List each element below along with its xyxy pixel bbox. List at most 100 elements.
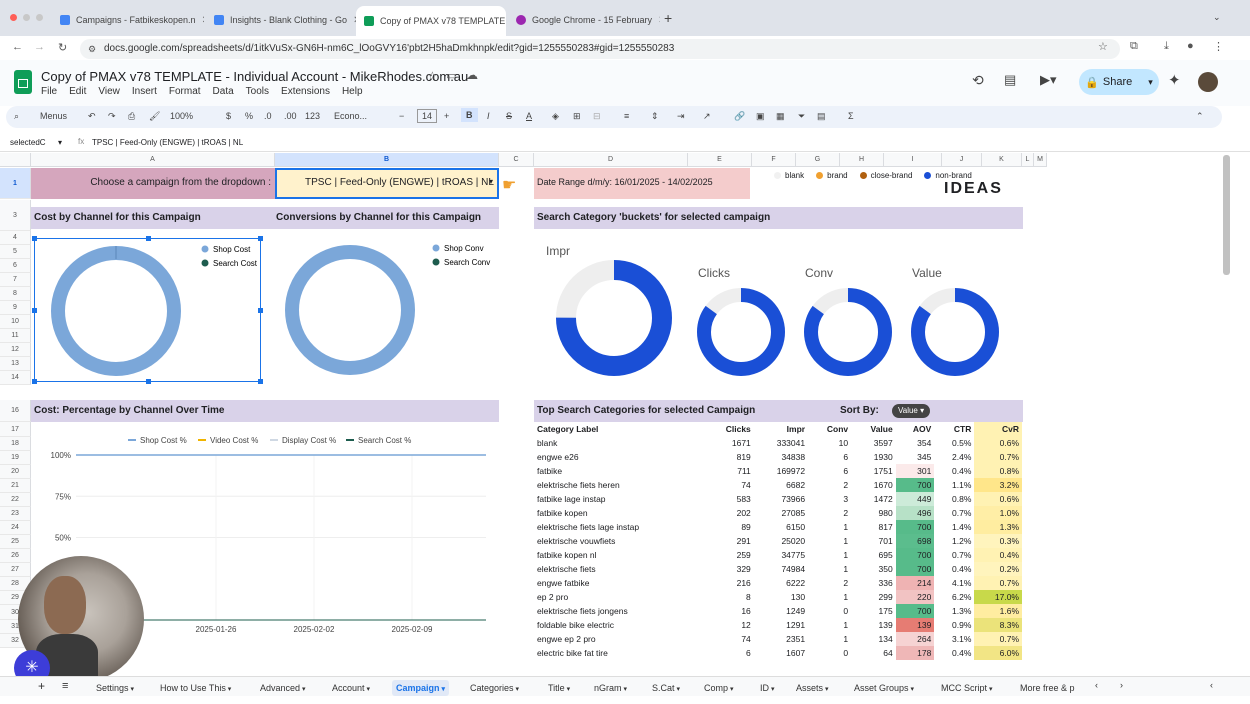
column-header-i[interactable]: I xyxy=(884,153,942,167)
row-header[interactable]: 10 xyxy=(0,315,31,329)
sheet-tab[interactable]: ID ▾ xyxy=(756,680,778,696)
sheet-tab[interactable]: nGram ▾ xyxy=(590,680,631,696)
chevron-down-icon[interactable]: ▾ xyxy=(823,686,829,693)
decrease-decimal-button[interactable]: .0 xyxy=(264,111,272,121)
add-sheet-icon[interactable]: + xyxy=(38,679,45,693)
column-header-g[interactable]: G xyxy=(796,153,840,167)
text-wrap-icon[interactable]: ⇥ xyxy=(677,111,685,122)
menu-tools[interactable]: Tools xyxy=(246,86,269,97)
back-icon[interactable]: ← xyxy=(12,41,23,53)
campaign-dropdown[interactable]: TPSC | Feed-Only (ENGWE) | tROAS | NL ▾ xyxy=(275,168,499,199)
print-icon[interactable]: ⎙ xyxy=(128,111,135,122)
chevron-down-icon[interactable]: ▾ xyxy=(365,686,370,693)
column-header-l[interactable]: L xyxy=(1022,153,1034,167)
column-header-b[interactable]: B xyxy=(275,153,499,167)
sheet-tab[interactable]: Account ▾ xyxy=(328,680,374,696)
profile-icon[interactable]: ● xyxy=(1187,40,1194,52)
gemini-icon[interactable]: ✦ xyxy=(1168,71,1181,89)
column-header-h[interactable]: H xyxy=(840,153,884,167)
chevron-down-icon[interactable]: ▾ xyxy=(300,686,306,693)
sheet-tab[interactable]: MCC Script ▾ xyxy=(937,680,996,696)
menu-kebab-icon[interactable]: ⋮ xyxy=(1213,40,1224,53)
bold-icon[interactable]: B xyxy=(461,108,478,122)
align-vertical-icon[interactable]: ⇕ xyxy=(651,111,659,122)
menu-data[interactable]: Data xyxy=(213,86,234,97)
column-header-k[interactable]: K xyxy=(982,153,1022,167)
row-header[interactable]: 12 xyxy=(0,343,31,357)
sheet-tab[interactable]: S.Cat ▾ xyxy=(648,680,684,696)
collapse-toolbar-icon[interactable]: ⌃ xyxy=(1196,111,1204,122)
sort-by-select[interactable]: Value ▾ xyxy=(892,404,931,418)
explore-collapse-icon[interactable]: ‹ xyxy=(1210,680,1213,690)
font-size-increase-icon[interactable]: + xyxy=(444,111,449,121)
table-row[interactable]: engwe e26 819 34838 6 1930 345 2.4% 0.7% xyxy=(534,450,1022,464)
merge-cells-icon[interactable]: ⊟ xyxy=(593,111,601,122)
row-header[interactable]: 27 xyxy=(0,563,31,577)
menu-file[interactable]: File xyxy=(41,86,57,97)
chevron-down-icon[interactable]: ▾ xyxy=(440,686,445,693)
increase-decimal-button[interactable]: .00 xyxy=(284,111,297,121)
window-minimize-dot[interactable] xyxy=(23,14,30,21)
prompt-cell[interactable]: Choose a campaign from the dropdown : xyxy=(31,168,275,199)
history-icon[interactable]: ⟲ xyxy=(972,72,984,89)
percent-button[interactable]: % xyxy=(245,111,253,121)
search-icon[interactable]: ⌕ xyxy=(14,111,19,122)
sheet-tab[interactable]: Assets ▾ xyxy=(792,680,832,696)
column-header-j[interactable]: J xyxy=(942,153,982,167)
browser-tab[interactable]: Google Chrome - 15 February ✕ xyxy=(508,8,660,32)
row-header[interactable]: 5 xyxy=(0,245,31,259)
chevron-down-icon[interactable]: ▾ xyxy=(675,686,680,693)
resize-handle[interactable] xyxy=(258,308,263,313)
meet-icon[interactable]: ▶▾ xyxy=(1040,72,1057,88)
sheet-tab[interactable]: Advanced ▾ xyxy=(256,680,310,696)
row-header[interactable]: 24 xyxy=(0,521,31,535)
chevron-down-icon[interactable]: ▾ xyxy=(728,686,734,693)
sheet-tab[interactable]: Categories ▾ xyxy=(466,680,523,696)
column-header-a[interactable]: A xyxy=(31,153,275,167)
row-header[interactable]: 25 xyxy=(0,535,31,549)
column-header-d[interactable]: D xyxy=(534,153,688,167)
reload-icon[interactable]: ↻ xyxy=(58,41,67,54)
zoom-select[interactable]: 100% xyxy=(170,111,193,121)
row-header[interactable]: 20 xyxy=(0,465,31,479)
font-size-decrease-icon[interactable]: − xyxy=(399,111,404,121)
site-info-icon[interactable]: ⚙ xyxy=(88,39,96,59)
menu-insert[interactable]: Insert xyxy=(132,86,157,97)
sheets-logo-icon[interactable] xyxy=(14,70,32,94)
doc-title[interactable]: Copy of PMAX v78 TEMPLATE - Individual A… xyxy=(41,69,468,84)
cloud-status-icon[interactable]: ☁ xyxy=(466,68,478,82)
table-row[interactable]: fatbike 711 169972 6 1751 301 0.4% 0.8% xyxy=(534,464,1022,478)
column-header[interactable]: Category Label xyxy=(534,422,705,436)
name-box[interactable]: selectedC xyxy=(10,138,46,147)
row-header[interactable]: 23 xyxy=(0,507,31,521)
resize-handle[interactable] xyxy=(32,379,37,384)
bookmark-star-icon[interactable]: ☆ xyxy=(1098,40,1108,53)
insert-chart-icon[interactable]: ▦ xyxy=(776,111,785,122)
close-icon[interactable]: ✕ xyxy=(658,15,660,26)
column-header[interactable]: Clicks xyxy=(705,422,754,436)
row-header[interactable]: 22 xyxy=(0,493,31,507)
row-header[interactable]: 19 xyxy=(0,451,31,465)
font-size-input[interactable]: 14 xyxy=(417,109,438,123)
column-header[interactable]: AOV xyxy=(896,422,935,436)
table-row[interactable]: elektrische fiets heren 74 6682 2 1670 700 1.1… xyxy=(534,478,1022,492)
chevron-left-icon[interactable]: ‹ xyxy=(1095,680,1098,690)
table-row[interactable]: engwe ep 2 pro 74 2351 1 134 264 3.1% 0.7% xyxy=(534,632,1022,646)
conv-chart[interactable]: Shop Conv Search Conv xyxy=(275,238,499,382)
column-header[interactable]: CvR xyxy=(974,422,1022,436)
font-select[interactable]: Econo... xyxy=(334,111,367,121)
resize-handle[interactable] xyxy=(146,236,151,241)
menu-extensions[interactable]: Extensions xyxy=(281,86,330,97)
table-row[interactable]: fatbike kopen 202 27085 2 980 496 0.7% 1.0% xyxy=(534,506,1022,520)
column-header-e[interactable]: E xyxy=(688,153,752,167)
menu-view[interactable]: View xyxy=(98,86,120,97)
row-header[interactable]: 26 xyxy=(0,549,31,563)
table-row[interactable]: ep 2 pro 8 130 1 299 220 6.2% 17.0% xyxy=(534,590,1022,604)
column-header-c[interactable]: C xyxy=(499,153,534,167)
row-header[interactable]: 11 xyxy=(0,329,31,343)
table-row[interactable]: engwe fatbike 216 6222 2 336 214 4.1% 0.7% xyxy=(534,576,1022,590)
resize-handle[interactable] xyxy=(258,379,263,384)
chevron-down-icon[interactable]: ▾ xyxy=(769,686,775,693)
chevron-down-icon[interactable]: ▾ xyxy=(514,686,519,693)
sheet-tab[interactable]: Comp ▾ xyxy=(700,680,737,696)
